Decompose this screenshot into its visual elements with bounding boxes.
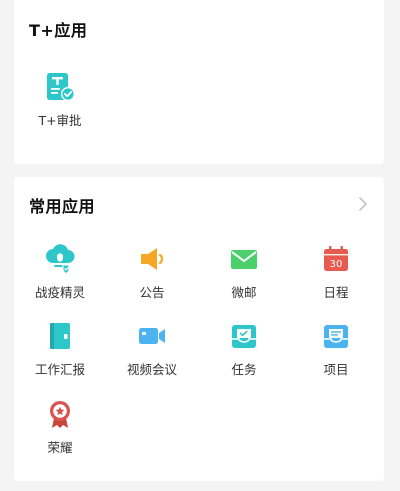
app-label: 工作汇报	[34, 362, 85, 377]
app-tplus-approval[interactable]: T+审批	[14, 71, 106, 129]
tplus-apps-card: T+应用 T+审批	[14, 0, 384, 164]
app-label: 荣耀	[47, 440, 73, 455]
medal-icon	[50, 401, 70, 428]
app-schedule[interactable]: 30 日程	[290, 243, 382, 301]
report-book-icon	[50, 323, 70, 349]
app-task[interactable]: 任务	[198, 320, 290, 378]
tplus-section-title: T+应用	[29, 21, 88, 40]
app-epidemic-assistant[interactable]: 战疫精灵	[14, 243, 106, 301]
app-micro-mail[interactable]: 微邮	[198, 243, 290, 301]
calendar-day-badge: 30	[330, 259, 343, 270]
app-announcement[interactable]: 公告	[106, 243, 198, 301]
common-section-title: 常用应用	[29, 197, 96, 216]
app-label: 战疫精灵	[34, 285, 85, 300]
project-box-icon	[324, 325, 348, 348]
app-label: 公告	[139, 285, 165, 300]
common-apps-card: 常用应用 战疫精灵 公告 微邮 30 日程 工作汇报 视频会议 任务 项目 荣耀	[14, 177, 384, 481]
app-honor[interactable]: 荣耀	[14, 398, 106, 456]
approval-document-icon	[47, 73, 75, 101]
app-label: 视频会议	[126, 362, 177, 377]
chevron-right-icon[interactable]	[356, 196, 370, 212]
speaker-icon	[141, 248, 164, 270]
app-project[interactable]: 项目	[290, 320, 382, 378]
mail-icon	[231, 250, 257, 269]
task-box-icon	[232, 325, 256, 348]
video-camera-icon	[139, 328, 165, 344]
app-label: 微邮	[231, 285, 257, 300]
calendar-icon: 30	[324, 246, 348, 271]
app-label: 任务	[231, 362, 257, 377]
app-label: 项目	[323, 362, 349, 377]
app-video-meeting[interactable]: 视频会议	[106, 320, 198, 378]
app-label: 日程	[323, 285, 349, 300]
app-label: T+审批	[38, 113, 82, 128]
epidemic-shield-icon	[46, 244, 75, 274]
app-work-report[interactable]: 工作汇报	[14, 320, 106, 378]
